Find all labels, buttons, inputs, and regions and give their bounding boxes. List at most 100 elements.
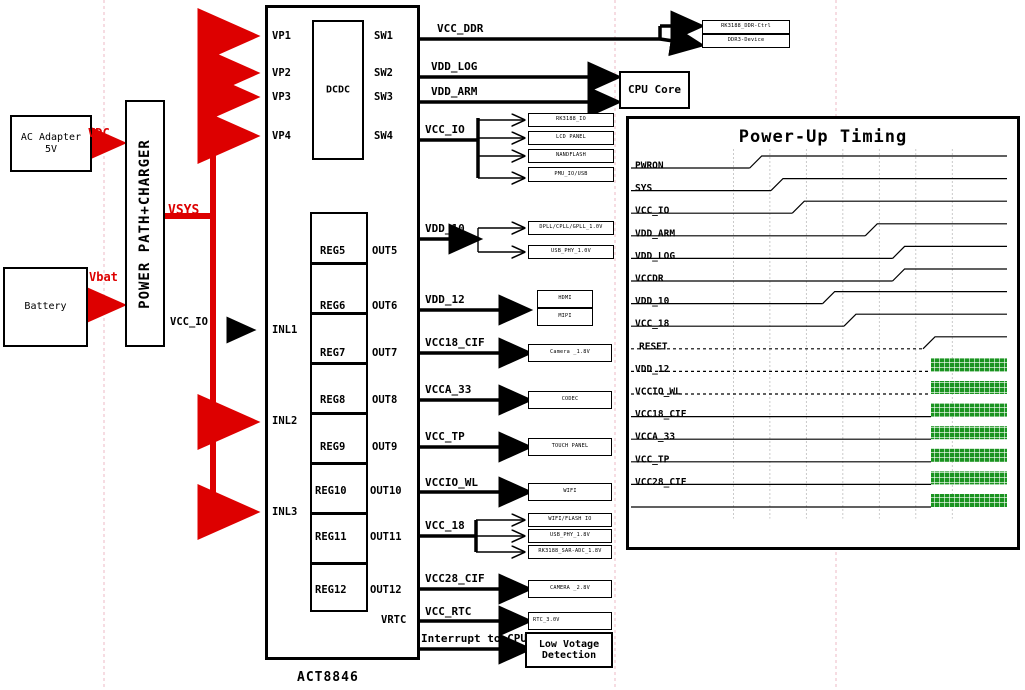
net-label-vdd-log: VDD_LOG bbox=[431, 60, 478, 73]
lvd-line2: Detection bbox=[541, 650, 597, 661]
timing-hatched-band bbox=[931, 471, 1007, 485]
reg9-label: REG9 bbox=[320, 441, 346, 453]
power-up-timing-panel: Power-Up Timing PWRON SYS VCC_IO VDD_ARM VDD… bbox=[626, 116, 1020, 550]
timing-signal-label: VDD_12 bbox=[635, 364, 669, 375]
net-label-vcc-tp: VCC_TP bbox=[425, 430, 465, 443]
dcdc-block: DCDC bbox=[312, 20, 364, 160]
timing-signal-label: PWRON bbox=[635, 161, 664, 172]
pin-out12: OUT12 bbox=[370, 584, 402, 596]
reg11-label: REG11 bbox=[315, 531, 347, 543]
load-low-voltage-detection: Low Votage Detection bbox=[525, 632, 613, 668]
net-label-vcc28-cif: VCC28_CIF bbox=[425, 572, 485, 585]
timing-signal-label: VDD_LOG bbox=[635, 251, 675, 262]
net-label-vcc-rtc: VCC_RTC bbox=[425, 605, 472, 618]
net-label-vdd-10: VDD_10 bbox=[425, 222, 465, 235]
load-ddr3-device: DDR3-Device bbox=[702, 34, 790, 48]
timing-signal-label: SYS bbox=[635, 183, 652, 194]
pin-inl2: INL2 bbox=[272, 415, 298, 427]
load-usb-phy-10: USB_PHY_1.0V bbox=[528, 245, 614, 259]
net-label-vdd-12: VDD_12 bbox=[425, 293, 465, 306]
power-architecture-diagram: AC Adapter 5V Battery POWER PATH+CHARGER… bbox=[0, 0, 1025, 690]
timing-signal-label: VCC28_CIF bbox=[635, 477, 687, 488]
timing-signal-label: RESET bbox=[639, 341, 668, 352]
act8846-label: ACT8846 bbox=[297, 670, 359, 685]
pin-inl1: INL1 bbox=[272, 324, 298, 336]
timing-signal-label: VCC_18 bbox=[635, 319, 670, 330]
load-codec: CODEC bbox=[528, 391, 612, 409]
net-label-vbat: Vbat bbox=[89, 270, 118, 284]
timing-hatched-band bbox=[931, 494, 1007, 507]
timing-signal-label: VDD_10 bbox=[635, 296, 670, 307]
timing-signal-label: VDD_ARM bbox=[635, 228, 675, 239]
timing-signal-label: VCC_IO bbox=[635, 206, 670, 217]
timing-svg: PWRON SYS VCC_IO VDD_ARM VDD_LOG VCCDR VDD_10 V… bbox=[631, 149, 1007, 519]
pin-sw1: SW1 bbox=[374, 30, 393, 42]
timing-waveforms: PWRON SYS VCC_IO VDD_ARM VDD_LOG VCCDR VDD_10 V… bbox=[629, 147, 1017, 547]
load-sar-adc-18: RK3188_SAR-ADC_1.8V bbox=[528, 545, 612, 559]
pin-out8: OUT8 bbox=[372, 394, 398, 406]
load-rk3188-ddr-ctrl: RK3188_DDR-Ctrl bbox=[702, 20, 790, 34]
load-touch-panel: TOUCH PANEL bbox=[528, 438, 612, 456]
net-label-vcc-18: VCC_18 bbox=[425, 519, 465, 532]
reg10-label: REG10 bbox=[315, 485, 347, 497]
net-label-vccio-wl: VCCIO_WL bbox=[425, 476, 478, 489]
load-camera-28: CAMERA _2.8V bbox=[528, 580, 612, 598]
battery-label: Battery bbox=[24, 301, 67, 313]
net-label-vcc18-cif: VCC18_CIF bbox=[425, 336, 485, 349]
pin-vp1: VP1 bbox=[272, 30, 291, 42]
regulator-dividers bbox=[310, 212, 368, 612]
timing-signal-label: VCCIO_WL bbox=[635, 387, 681, 398]
power-path-charger-block: POWER PATH+CHARGER bbox=[125, 100, 165, 347]
ac-adapter-block: AC Adapter 5V bbox=[10, 115, 92, 172]
reg12-label: REG12 bbox=[315, 584, 347, 596]
timing-signal-label: VCC_TP bbox=[635, 454, 670, 465]
load-rk3188-io: RK3188_IO bbox=[528, 113, 614, 127]
ac-adapter-line1: AC Adapter bbox=[20, 132, 82, 143]
pin-sw4: SW4 bbox=[374, 130, 393, 142]
net-label-vdc: VDC bbox=[88, 126, 110, 140]
reg6-label: REG6 bbox=[320, 300, 346, 312]
pin-vp4: VP4 bbox=[272, 130, 291, 142]
lvd-line1: Low Votage bbox=[538, 638, 600, 650]
timing-hatched-band bbox=[931, 381, 1007, 394]
load-usb-phy-18: USB_PHY_1.8V bbox=[528, 529, 612, 543]
net-label-vcc-io-in: VCC_IO bbox=[170, 316, 208, 328]
timing-signal-label: VCC18_CIF bbox=[635, 409, 687, 420]
timing-hatched-band bbox=[931, 448, 1007, 462]
reg5-label: REG5 bbox=[320, 245, 346, 257]
load-lcd-panel: LCD PANEL bbox=[528, 131, 614, 145]
pin-out11: OUT11 bbox=[370, 531, 402, 543]
net-label-vcc-ddr: VCC_DDR bbox=[437, 22, 484, 35]
timing-hatched-band bbox=[931, 403, 1007, 417]
pin-vp2: VP2 bbox=[272, 67, 291, 79]
timing-hatched-band bbox=[931, 358, 1007, 372]
pin-inl3: INL3 bbox=[272, 506, 298, 518]
load-wifi-flash-io: WIFI/FLASH IO bbox=[528, 513, 612, 527]
load-pmu-io-usb: PMU_IO/USB bbox=[528, 167, 614, 182]
ac-adapter-line2: 5V bbox=[44, 143, 58, 155]
load-rtc-30: RTC_3.0V bbox=[528, 612, 612, 630]
pin-out9: OUT9 bbox=[372, 441, 398, 453]
load-camera-18: Camera _1.8V bbox=[528, 344, 612, 362]
power-path-label: POWER PATH+CHARGER bbox=[137, 138, 153, 309]
timing-hatched-band bbox=[931, 426, 1007, 440]
pin-sw2: SW2 bbox=[374, 67, 393, 79]
net-label-vsys: VSYS bbox=[168, 203, 200, 218]
load-nandflash: NANDFLASH bbox=[528, 149, 614, 163]
pin-sw3: SW3 bbox=[374, 91, 393, 103]
pin-vp3: VP3 bbox=[272, 91, 291, 103]
pin-out7: OUT7 bbox=[372, 347, 398, 359]
load-mipi: MIPI bbox=[537, 308, 593, 326]
load-cpu-core: CPU Core bbox=[619, 71, 690, 109]
timing-signal-label: VCCDR bbox=[635, 274, 664, 285]
net-label-vcc-io-out: VCC_IO bbox=[425, 123, 465, 136]
net-label-vcca-33: VCCA_33 bbox=[425, 383, 472, 396]
reg7-label: REG7 bbox=[320, 347, 346, 359]
battery-block: Battery bbox=[3, 267, 88, 347]
load-wifi: WIFI bbox=[528, 483, 612, 501]
net-label-interrupt: Interrupt to CPU bbox=[421, 632, 527, 645]
reg8-label: REG8 bbox=[320, 394, 346, 406]
pin-out10: OUT10 bbox=[370, 485, 402, 497]
load-hdmi: HDMI bbox=[537, 290, 593, 308]
net-label-vdd-arm: VDD_ARM bbox=[431, 85, 478, 98]
